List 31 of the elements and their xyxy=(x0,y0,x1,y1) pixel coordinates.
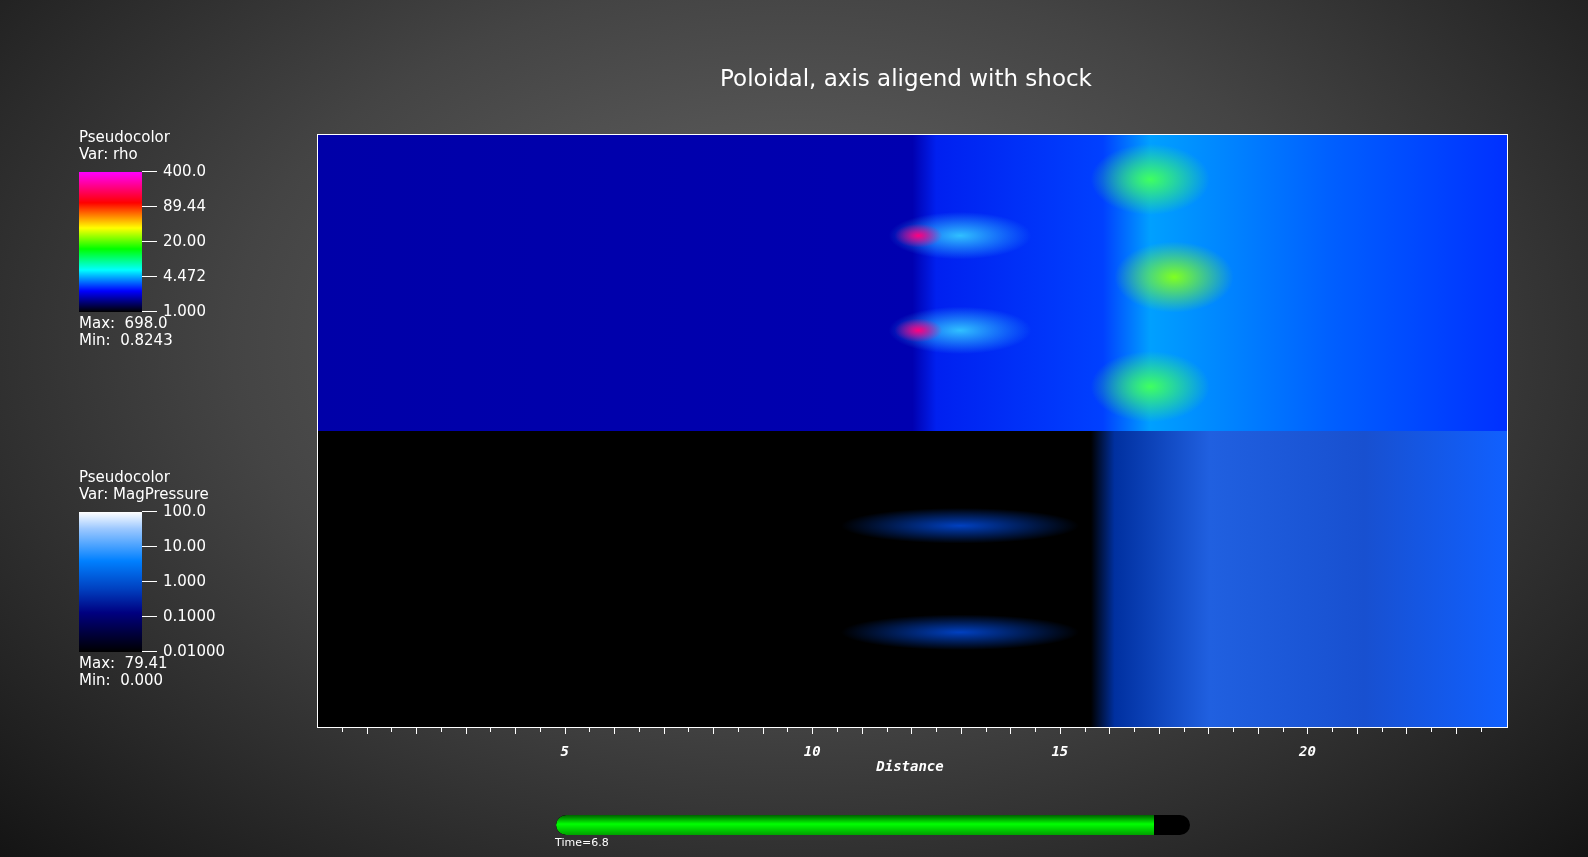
time-label: Time=6.8 xyxy=(555,836,609,850)
plot-title: Poloidal, axis aligend with shock xyxy=(719,64,1093,93)
tick-mark xyxy=(142,615,157,617)
tick-mark xyxy=(142,170,157,172)
legend-heading: Pseudocolor xyxy=(79,469,170,486)
axis-title: Distance xyxy=(875,757,945,776)
axis-tick-label: 5 xyxy=(559,742,570,761)
tick-mark xyxy=(142,545,157,547)
tick-label: 400.0 xyxy=(163,163,206,179)
tick-label: 20.00 xyxy=(163,233,206,249)
tick-mark xyxy=(142,240,157,242)
axis-tick-label: 10 xyxy=(802,742,822,761)
legend-min: Min: 0.000 xyxy=(79,672,164,689)
tick-mark xyxy=(142,205,157,207)
tick-label: 0.1000 xyxy=(163,608,216,624)
tick-label: 100.0 xyxy=(163,503,206,519)
legend-heading: Pseudocolor xyxy=(79,129,170,146)
legend-variable: Var: MagPressure xyxy=(79,486,209,503)
axis-tick-label: 20 xyxy=(1298,742,1317,761)
tick-mark xyxy=(142,650,157,652)
tick-mark xyxy=(142,580,157,582)
tick-label: 89.44 xyxy=(163,198,206,214)
tick-mark xyxy=(142,275,157,277)
tick-label: 1.000 xyxy=(163,573,206,589)
legend-variable: Var: rho xyxy=(79,146,138,163)
tick-mark xyxy=(142,510,157,512)
axis-tick-label: 15 xyxy=(1050,742,1070,761)
tick-label: 4.472 xyxy=(163,268,206,284)
tick-label: 10.00 xyxy=(163,538,206,554)
legend-min: Min: 0.8243 xyxy=(79,332,173,349)
tick-mark xyxy=(142,310,157,312)
